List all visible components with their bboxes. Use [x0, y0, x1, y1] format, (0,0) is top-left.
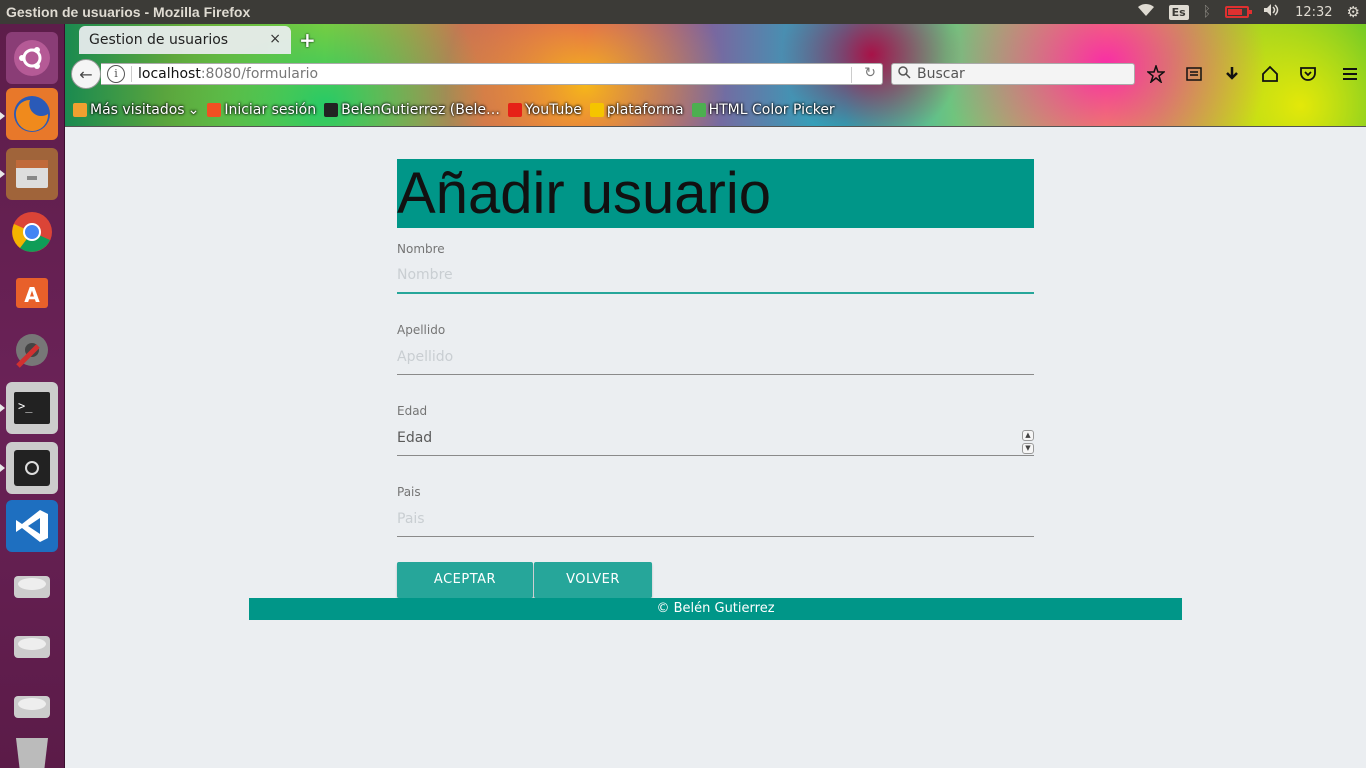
bookmark-favicon-icon: [507, 103, 522, 117]
pais-field: Pais: [397, 471, 1034, 552]
url-bar[interactable]: i localhost:8080/formulario ↻: [101, 63, 883, 85]
bookmark-label: HTML Color Picker: [708, 102, 835, 118]
home-icon[interactable]: [1259, 63, 1281, 85]
apellido-field: Apellido: [397, 309, 1034, 390]
bookmark-item[interactable]: Iniciar sesión: [207, 102, 316, 118]
new-tab-button[interactable]: +: [299, 28, 316, 52]
navigation-bar: ← i localhost:8080/formulario ↻ Buscar: [65, 55, 1366, 93]
bluetooth-icon[interactable]: ᛒ: [1203, 4, 1211, 20]
files-icon[interactable]: [6, 148, 58, 200]
edad-field: Edad ▲ ▼: [397, 390, 1034, 471]
reload-icon[interactable]: ↻: [864, 65, 876, 81]
toolbar-icons: [1145, 63, 1361, 85]
browser-tab[interactable]: Gestion de usuarios ×: [79, 26, 291, 54]
nombre-label: Nombre: [397, 242, 445, 256]
edad-input[interactable]: [397, 420, 1034, 456]
svg-text:A: A: [24, 283, 40, 307]
pais-label: Pais: [397, 485, 421, 499]
software-center-icon[interactable]: A: [6, 264, 58, 316]
pais-input[interactable]: [397, 501, 1034, 537]
battery-icon[interactable]: [1225, 6, 1253, 18]
apellido-input[interactable]: [397, 339, 1034, 375]
bookmarks-toolbar: Más visitados ⌄ Iniciar sesión BelenGutierr…: [73, 100, 835, 120]
system-settings-icon[interactable]: [6, 324, 58, 376]
chrome-icon[interactable]: [6, 206, 58, 258]
edad-stepper[interactable]: ▲ ▼: [1022, 430, 1034, 454]
menu-icon[interactable]: [1339, 63, 1361, 85]
bookmark-item[interactable]: BelenGutierrez (Bele…: [324, 102, 500, 118]
accept-button[interactable]: ACEPTAR: [397, 562, 533, 598]
gear-icon[interactable]: ⚙: [1347, 3, 1360, 21]
bookmark-star-icon[interactable]: [1145, 63, 1167, 85]
page-content: Añadir usuario Nombre Apellido Edad ▲ ▼ …: [65, 128, 1366, 768]
bookmark-favicon-icon: [324, 103, 339, 117]
form-buttons: ACEPTAR VOLVER: [397, 562, 652, 598]
edad-label: Edad: [397, 404, 428, 418]
browser-chrome: Gestion de usuarios × + ← i localhost:80…: [65, 24, 1366, 127]
wifi-icon[interactable]: [1137, 3, 1155, 21]
drive-icon[interactable]: [6, 680, 58, 732]
bookmark-label: Más visitados: [90, 102, 185, 118]
back-button[interactable]: VOLVER: [534, 562, 652, 598]
keyboard-layout-indicator[interactable]: Es: [1168, 4, 1189, 20]
pocket-icon[interactable]: [1297, 63, 1319, 85]
search-bar[interactable]: Buscar: [891, 63, 1135, 85]
ubuntu-dash-icon[interactable]: [6, 32, 58, 84]
tab-close-icon[interactable]: ×: [269, 31, 281, 47]
bookmark-item[interactable]: Más visitados ⌄: [73, 102, 199, 118]
bookmark-item[interactable]: plataforma: [589, 102, 684, 118]
back-button[interactable]: ←: [71, 59, 101, 89]
bookmark-label: plataforma: [606, 102, 684, 118]
system-tray: Es ᛒ 12:32 ⚙: [1137, 0, 1360, 24]
drive-icon[interactable]: [6, 560, 58, 612]
camera-icon[interactable]: [6, 442, 58, 494]
svg-text:>_: >_: [18, 399, 33, 413]
bookmark-label: Iniciar sesión: [224, 102, 317, 118]
footer: © Belén Gutierrez: [249, 598, 1182, 620]
bookmark-item[interactable]: HTML Color Picker: [691, 102, 835, 118]
search-placeholder: Buscar: [917, 66, 965, 82]
search-icon: [898, 65, 911, 83]
reading-list-icon[interactable]: [1183, 63, 1205, 85]
nombre-field: Nombre: [397, 228, 1034, 309]
window-title: Gestion de usuarios - Mozilla Firefox: [6, 4, 251, 20]
download-icon[interactable]: [1221, 63, 1243, 85]
bookmark-item[interactable]: YouTube: [507, 102, 582, 118]
user-form: Añadir usuario Nombre Apellido Edad ▲ ▼ …: [397, 159, 1034, 598]
bookmark-favicon-icon: [207, 103, 222, 117]
url-path: :8080/formulario: [200, 66, 319, 82]
tab-title: Gestion de usuarios: [89, 32, 229, 48]
bookmark-label: BelenGutierrez (Bele…: [341, 102, 500, 118]
trash-icon[interactable]: [6, 732, 58, 768]
bookmark-favicon-icon: [589, 103, 604, 117]
top-panel: Gestion de usuarios - Mozilla Firefox Es…: [0, 0, 1366, 24]
apellido-label: Apellido: [397, 323, 446, 337]
vscode-icon[interactable]: [6, 500, 58, 552]
info-icon[interactable]: i: [107, 65, 125, 83]
volume-icon[interactable]: [1263, 3, 1281, 21]
bookmark-favicon-icon: [691, 103, 706, 117]
url-host: localhost: [138, 66, 201, 82]
bookmark-label: YouTube: [524, 102, 582, 118]
stepper-up-icon[interactable]: ▲: [1022, 430, 1034, 441]
chevron-down-icon: ⌄: [187, 102, 200, 118]
clock[interactable]: 12:32: [1295, 5, 1332, 20]
drive-icon[interactable]: [6, 620, 58, 672]
page-title: Añadir usuario: [397, 159, 1034, 228]
launcher: A >_: [0, 24, 65, 768]
bookmark-favicon-icon: [73, 103, 87, 117]
firefox-icon[interactable]: [6, 88, 58, 140]
back-arrow-icon: ←: [79, 64, 93, 84]
nombre-input[interactable]: [397, 258, 1034, 294]
terminal-icon[interactable]: >_: [6, 382, 58, 434]
stepper-down-icon[interactable]: ▼: [1022, 443, 1034, 454]
